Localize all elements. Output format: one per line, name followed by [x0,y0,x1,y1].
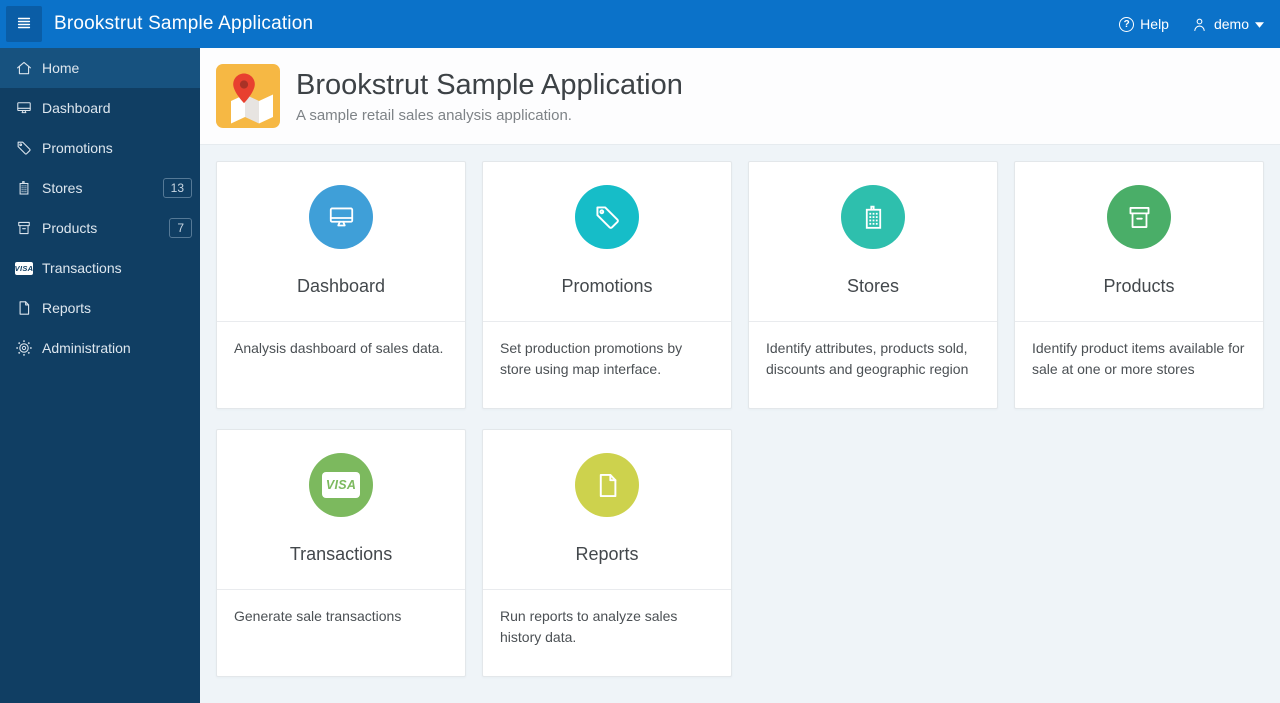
help-link[interactable]: ? Help [1119,16,1169,32]
tag-icon [592,202,623,233]
sidebar-item-dashboard[interactable]: Dashboard [0,88,200,128]
card-title: Promotions [561,276,653,296]
sidebar-item-label: Reports [42,300,92,316]
sidebar-item-administration[interactable]: Administration [0,328,200,368]
card-description: Identify product items available for sal… [1032,340,1245,377]
user-icon [1191,16,1208,33]
card-description: Set production promotions by store using… [500,340,683,377]
card-top: Stores [749,162,997,322]
card-dashboard[interactable]: Dashboard Analysis dashboard of sales da… [216,161,466,409]
card-reports[interactable]: Reports Run reports to analyze sales his… [482,429,732,677]
sidebar-item-label: Transactions [42,260,122,276]
card-icon-circle [575,185,639,249]
cards-grid: Dashboard Analysis dashboard of sales da… [200,145,1280,693]
tag-icon [15,139,33,157]
card-icon-circle: VISA [309,453,373,517]
header-actions: ? Help demo [1119,16,1280,33]
sidebar-item-products[interactable]: Products 7 [0,208,200,248]
card-top: Dashboard [217,162,465,322]
sidebar-item-label: Products [42,220,98,236]
archive-icon [1124,202,1155,233]
sidebar-item-home[interactable]: Home [0,48,200,88]
app-header: Brookstrut Sample Application ? Help dem… [0,0,1280,48]
card-icon-circle [309,185,373,249]
sidebar-item-label: Stores [42,180,83,196]
card-description: Generate sale transactions [234,608,402,624]
hero: Brookstrut Sample Application A sample r… [200,48,1280,145]
chevron-down-icon [1255,21,1264,28]
card-description: Run reports to analyze sales history dat… [500,608,678,645]
card-icon-circle [1107,185,1171,249]
count-badge: 13 [162,177,192,199]
page-subtitle: A sample retail sales analysis applicati… [296,106,572,124]
visa-icon: VISA [322,472,360,498]
card-top: Promotions [483,162,731,322]
hero-text: Brookstrut Sample Application A sample r… [296,69,683,124]
archive-icon [15,219,33,237]
card-title: Reports [575,544,639,564]
help-label: Help [1140,16,1169,32]
sidebar-item-label: Administration [42,340,131,356]
sidebar-item-reports[interactable]: Reports [0,288,200,328]
sidebar-item-label: Home [42,60,80,76]
sidebar: Home Dashboard Promotions Stores 13 Prod… [0,48,200,703]
card-top: Reports [483,430,731,590]
card-title: Dashboard [296,276,386,296]
building-icon [15,179,33,197]
menu-toggle-button[interactable] [6,6,42,42]
map-app-icon [216,64,280,128]
hamburger-icon [14,13,34,36]
building-icon [858,202,889,233]
card-stores[interactable]: Stores Identify attributes, products sol… [748,161,998,409]
card-promotions[interactable]: Promotions Set production promotions by … [482,161,732,409]
page-title: Brookstrut Sample Application [296,68,683,101]
document-icon [592,470,623,501]
card-title: Transactions [289,544,393,564]
user-label: demo [1213,16,1249,32]
user-menu[interactable]: demo [1191,16,1264,33]
card-description: Identify attributes, products sold, disc… [766,340,969,377]
app-header-title: Brookstrut Sample Application [54,13,314,34]
card-icon-circle [575,453,639,517]
desktop-icon [326,202,357,233]
count-badge: 7 [169,217,192,239]
card-title: Stores [846,276,900,296]
card-description: Analysis dashboard of sales data. [234,340,444,356]
sidebar-item-stores[interactable]: Stores 13 [0,168,200,208]
help-icon: ? [1119,16,1135,32]
document-icon [15,299,33,317]
home-icon [15,59,33,77]
gear-icon [15,339,33,357]
sidebar-item-transactions[interactable]: VISA Transactions [0,248,200,288]
card-products[interactable]: Products Identify product items availabl… [1014,161,1264,409]
sidebar-item-label: Dashboard [42,100,111,116]
visa-icon: VISA [14,261,34,275]
sidebar-item-label: Promotions [42,140,113,156]
card-title: Products [1103,276,1175,296]
card-top: VISA Transactions [217,430,465,590]
card-icon-circle [841,185,905,249]
desktop-icon [15,99,33,117]
card-transactions[interactable]: VISA Transactions Generate sale transact… [216,429,466,677]
main-content: Brookstrut Sample Application A sample r… [200,0,1280,703]
sidebar-item-promotions[interactable]: Promotions [0,128,200,168]
card-top: Products [1015,162,1263,322]
